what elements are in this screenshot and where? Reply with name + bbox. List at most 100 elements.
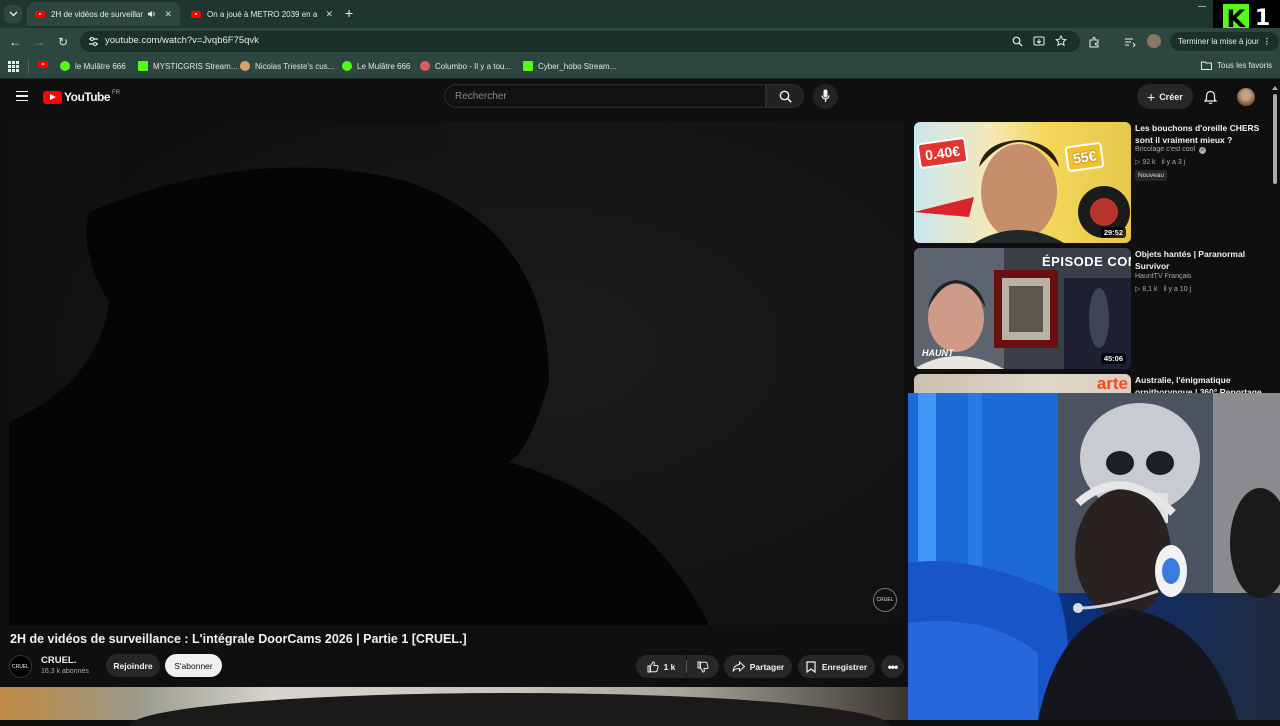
like-count: 1 k (663, 661, 676, 672)
video-duration: 29:52 (1100, 227, 1126, 238)
webcam-feed (908, 393, 1280, 720)
recommendation-title[interactable]: Les bouchons d'oreille CHERS sont il vra… (1135, 122, 1265, 146)
channel-watermark[interactable]: CRUEL (873, 588, 897, 612)
bookmark-item[interactable]: Le Mulâtre 666 (342, 61, 410, 71)
scrollbar-thumb[interactable] (1273, 94, 1277, 184)
bookmark-save-icon (806, 660, 816, 673)
below-video-preview (0, 687, 908, 726)
create-button[interactable]: + Créer (1137, 84, 1193, 109)
bookmark-label: MYSTICGRIS Stream... (153, 61, 238, 71)
bookmark-item[interactable]: le Mulâtre 666 (60, 61, 126, 71)
join-button[interactable]: Rejoindre (106, 654, 160, 677)
youtube-logo-text: YouTube (64, 90, 111, 104)
browser-toolbar: ← → ↻ youtube.com/watch?v=Jvqb6F75qvk Te… (0, 28, 1280, 55)
back-icon[interactable]: ← (6, 33, 24, 51)
speaker-icon[interactable] (147, 9, 156, 19)
recommendation-channel[interactable]: HauntTV Français (1135, 273, 1191, 280)
recommendation-stats: ▷ 8,1 k il y a 10 j (1135, 285, 1191, 293)
save-button[interactable]: Enregistrer (798, 655, 875, 678)
zoom-icon[interactable] (1012, 36, 1023, 47)
reload-icon[interactable]: ↻ (54, 33, 72, 51)
share-button[interactable]: Partager (724, 655, 792, 678)
profile-avatar[interactable] (1147, 34, 1161, 48)
youtube-play-icon (43, 90, 62, 104)
thumbs-up-icon (647, 660, 659, 672)
watermark-text: CRUEL (876, 597, 894, 603)
bookmark-item[interactable]: Columbo - Il y a tou... (420, 61, 511, 71)
recommendation-title[interactable]: Objets hantés | Paranormal Survivor (1135, 248, 1265, 272)
folder-icon (1201, 61, 1212, 70)
subscriber-count: 16,3 k abonnés (41, 668, 89, 675)
reading-list-icon[interactable] (1124, 36, 1136, 48)
install-app-icon[interactable] (1033, 36, 1045, 47)
site-info-icon[interactable] (88, 36, 99, 47)
new-tab-button[interactable]: + (345, 5, 353, 21)
browser-tab[interactable]: On a joué à METRO 2039 en av ✕ (183, 2, 341, 26)
close-tab-icon[interactable]: ✕ (325, 9, 333, 20)
share-label: Partager (749, 661, 785, 672)
video-player[interactable]: CRUEL (9, 122, 904, 625)
tab-search-button[interactable] (4, 5, 22, 23)
bookmarks-bar: le Mulâtre 666 MYSTICGRIS Stream... Nico… (0, 55, 1280, 79)
recommendation-title[interactable]: Australie, l'énigmatique ornithorynque |… (1135, 374, 1265, 393)
bookmark-item[interactable]: Nicolas Trieste's cus... (240, 61, 334, 71)
notifications-bell-icon[interactable] (1204, 90, 1217, 104)
bookmark-label: Nicolas Trieste's cus... (255, 61, 335, 71)
voice-search-button[interactable] (813, 84, 838, 109)
video-title: 2H de vidéos de surveillance : L'intégra… (10, 632, 467, 646)
channel-name-text: Bricolage c'est cool (1135, 146, 1196, 153)
recommendation-thumbnail[interactable]: 0.40€ 55€ 29:52 (914, 122, 1131, 243)
kebab-menu-icon: ⋮ (1262, 37, 1271, 46)
minimize-icon[interactable] (1198, 6, 1206, 7)
channel-avatar-text: CRUEL (12, 663, 29, 670)
channel-avatar[interactable]: CRUEL (9, 655, 32, 678)
bookmark-item[interactable]: MYSTICGRIS Stream... (138, 61, 237, 71)
like-button[interactable]: 1 k (636, 655, 686, 678)
search-button[interactable] (766, 84, 804, 108)
dislike-button[interactable] (687, 655, 719, 678)
apps-grid-icon[interactable] (8, 61, 19, 72)
bookmark-item[interactable]: Cyber_hobo Stream... (523, 61, 616, 71)
recommendation-thumbnail[interactable]: arte (914, 374, 1131, 393)
upload-age: il y a 3 j (1161, 159, 1186, 166)
kick-icon (523, 61, 533, 71)
youtube-favicon-icon (191, 10, 201, 18)
search-input[interactable]: Rechercher (444, 84, 766, 108)
video-duration: 45:06 (1100, 353, 1126, 364)
account-avatar[interactable] (1237, 88, 1255, 106)
rabbit-icon (240, 61, 250, 71)
address-bar[interactable]: youtube.com/watch?v=Jvqb6F75qvk (80, 31, 1080, 52)
bookmark-label: Columbo - Il y a tou... (435, 61, 512, 71)
bookmark-label: le Mulâtre 666 (75, 61, 126, 71)
youtube-header: YouTube FR Rechercher + Créer (0, 80, 1280, 116)
hamburger-menu-icon[interactable] (16, 91, 28, 101)
browser-tab-strip: 2H de vidéos de surveillanc ✕ On a joué … (0, 0, 1280, 37)
bookmark-label: Le Mulâtre 666 (357, 61, 411, 71)
all-bookmarks[interactable]: Tous les favoris (1201, 61, 1272, 70)
subscribe-button[interactable]: S'abonner (165, 654, 222, 677)
extensions-icon[interactable] (1088, 36, 1100, 48)
channel-name[interactable]: CRUEL. (41, 655, 76, 666)
recommendation-channel[interactable]: Bricolage c'est cool ✓ (1135, 146, 1207, 154)
plus-icon: + (1147, 88, 1156, 105)
close-tab-icon[interactable]: ✕ (164, 9, 172, 20)
scrollbar-up-arrow[interactable] (1272, 86, 1278, 90)
page-scrollbar[interactable] (1270, 80, 1280, 393)
browser-tab-active[interactable]: 2H de vidéos de surveillanc ✕ (27, 2, 180, 26)
more-actions-button[interactable]: ••• (881, 655, 904, 678)
chevron-down-icon (9, 11, 17, 17)
youtube-icon (38, 61, 48, 68)
update-browser-button[interactable]: Terminer la mise à jour ⋮ (1170, 32, 1279, 51)
view-count: 8,1 k (1142, 286, 1158, 293)
recommendation-thumbnail[interactable]: ÉPISODE COMPLET HAUNT 45:06 (914, 248, 1131, 369)
region-code: FR (112, 90, 121, 96)
bookmark-star-icon[interactable] (1055, 35, 1067, 47)
recommendation-stats: ▷ 92 k il y a 3 j (1135, 158, 1185, 166)
bookmark-youtube[interactable] (38, 61, 54, 68)
forward-icon[interactable]: → (30, 33, 48, 51)
create-label: Créer (1159, 91, 1183, 102)
view-count: 92 k (1142, 159, 1156, 166)
url-text: youtube.com/watch?v=Jvqb6F75qvk (105, 35, 259, 46)
tab-title: 2H de vidéos de surveillanc (51, 9, 144, 19)
youtube-logo[interactable]: YouTube FR (43, 90, 120, 104)
